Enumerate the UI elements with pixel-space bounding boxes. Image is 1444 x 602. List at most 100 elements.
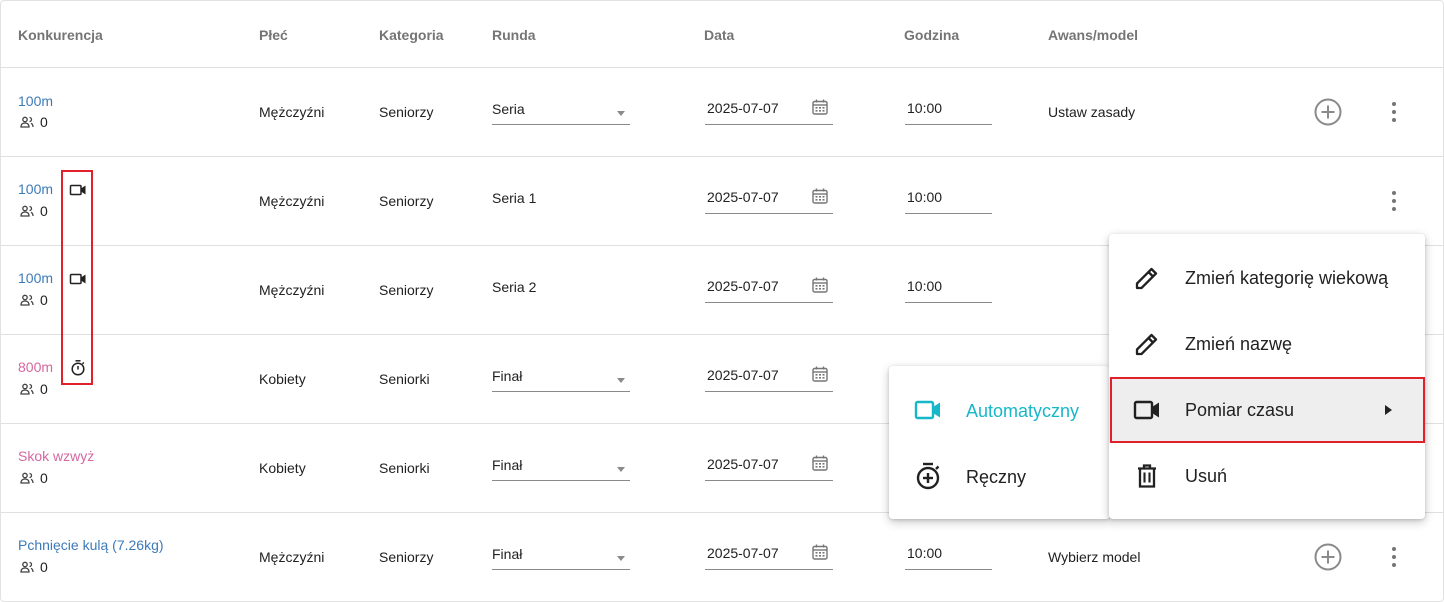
participant-count-value: 0 <box>40 470 48 486</box>
participant-count-value: 0 <box>40 114 48 130</box>
advancement-model-link[interactable]: Wybierz model <box>1048 549 1140 565</box>
people-icon <box>20 383 34 395</box>
dropdown-arrow-icon <box>617 556 625 561</box>
date-input[interactable]: 2025-07-07 <box>705 187 833 214</box>
gender-cell: Mężczyźni <box>259 282 325 298</box>
gender-cell: Kobiety <box>259 460 306 476</box>
time-input[interactable]: 10:00 <box>905 545 992 570</box>
category-cell: Seniorzy <box>379 549 434 565</box>
round-select[interactable]: Finał <box>492 546 630 570</box>
time-value: 10:00 <box>907 100 943 116</box>
more-vert-icon[interactable] <box>1384 186 1404 216</box>
round-select-value: Finał <box>492 368 523 384</box>
submenu-item-label: Ręczny <box>966 467 1027 487</box>
add-circle-icon[interactable] <box>1313 542 1343 572</box>
people-icon <box>20 472 34 484</box>
menu-item-label: Zmień nazwę <box>1185 333 1293 354</box>
calendar-icon[interactable] <box>811 365 829 383</box>
timing-submenu: Automatyczny Ręczny <box>889 366 1110 519</box>
submenu-item-automatyczny[interactable]: Automatyczny <box>889 377 1110 443</box>
highlight-box <box>1110 377 1425 443</box>
header-awans[interactable]: Awans/model <box>1048 27 1138 43</box>
calendar-icon[interactable] <box>811 187 829 205</box>
menu-item-rename[interactable]: Zmień nazwę <box>1109 311 1425 377</box>
header-data[interactable]: Data <box>704 27 734 43</box>
category-cell: Seniorzy <box>379 193 434 209</box>
calendar-icon[interactable] <box>811 543 829 561</box>
dropdown-arrow-icon <box>617 111 625 116</box>
stopwatch-icon <box>916 462 940 490</box>
category-cell: Seniorzy <box>379 282 434 298</box>
menu-item-change-category[interactable]: Zmień kategorię wiekową <box>1109 245 1425 311</box>
calendar-icon[interactable] <box>811 276 829 294</box>
date-input[interactable]: 2025-07-07 <box>705 365 833 392</box>
header-godzina[interactable]: Godzina <box>904 27 959 43</box>
participant-count-value: 0 <box>40 559 48 575</box>
submenu-item-reczny[interactable]: Ręczny <box>889 443 1110 509</box>
add-circle-icon[interactable] <box>1313 97 1343 127</box>
round-select[interactable]: Finał <box>492 457 630 481</box>
advancement-rules-link[interactable]: Ustaw zasady <box>1048 104 1135 120</box>
menu-item-label: Zmień kategorię wiekową <box>1185 267 1389 288</box>
time-input[interactable]: 10:00 <box>905 100 992 125</box>
participant-count: 0 <box>20 292 48 308</box>
round-select-value: Seria <box>492 101 525 117</box>
event-name-link[interactable]: 100m <box>18 270 53 286</box>
gender-cell: Kobiety <box>259 371 306 387</box>
round-select[interactable]: Finał <box>492 368 630 392</box>
header-kategoria[interactable]: Kategoria <box>379 27 444 43</box>
people-icon <box>20 205 34 217</box>
participant-count: 0 <box>20 381 48 397</box>
people-icon <box>20 294 34 306</box>
trash-icon <box>1138 464 1156 488</box>
time-value: 10:00 <box>907 189 943 205</box>
event-name-link[interactable]: Pchnięcie kulą (7.26kg) <box>18 537 164 553</box>
people-icon <box>20 116 34 128</box>
submenu-item-label: Automatyczny <box>966 401 1080 421</box>
header-runda[interactable]: Runda <box>492 27 536 43</box>
date-value: 2025-07-07 <box>707 367 779 383</box>
category-cell: Seniorki <box>379 460 430 476</box>
participant-count: 0 <box>20 203 48 219</box>
date-value: 2025-07-07 <box>707 100 779 116</box>
event-name-link[interactable]: 100m <box>18 181 53 197</box>
table-header: Konkurencja Płeć Kategoria Runda Data Go… <box>1 1 1443 68</box>
round-select[interactable]: Seria <box>492 101 630 125</box>
participant-count-value: 0 <box>40 292 48 308</box>
round-select-value: Finał <box>492 546 523 562</box>
dropdown-arrow-icon <box>617 467 625 472</box>
date-input[interactable]: 2025-07-07 <box>705 276 833 303</box>
menu-item-delete[interactable]: Usuń <box>1109 443 1425 509</box>
event-name-link[interactable]: 100m <box>18 93 53 109</box>
round-name: Seria 2 <box>492 279 537 295</box>
table-row: Pchnięcie kulą (7.26kg) 0 Mężczyźni Seni… <box>1 513 1443 602</box>
menu-item-label: Usuń <box>1185 465 1228 486</box>
time-input[interactable]: 10:00 <box>905 189 992 214</box>
date-input[interactable]: 2025-07-07 <box>705 454 833 481</box>
time-value: 10:00 <box>907 278 943 294</box>
gender-cell: Mężczyźni <box>259 104 325 120</box>
gender-cell: Mężczyźni <box>259 193 325 209</box>
participant-count-value: 0 <box>40 381 48 397</box>
date-value: 2025-07-07 <box>707 189 779 205</box>
participant-count: 0 <box>20 114 48 130</box>
more-vert-icon[interactable] <box>1384 542 1404 572</box>
participant-count-value: 0 <box>40 203 48 219</box>
header-plec[interactable]: Płeć <box>259 27 288 43</box>
table-row: 100m 0 Mężczyźni Seniorzy Seria 1 2025-0… <box>1 157 1443 246</box>
header-konkurencja[interactable]: Konkurencja <box>18 27 103 43</box>
calendar-icon[interactable] <box>811 98 829 116</box>
event-name-link[interactable]: Skok wzwyż <box>18 448 94 464</box>
date-input[interactable]: 2025-07-07 <box>705 98 833 125</box>
date-input[interactable]: 2025-07-07 <box>705 543 833 570</box>
calendar-icon[interactable] <box>811 454 829 472</box>
event-name-link[interactable]: 800m <box>18 359 53 375</box>
round-name: Seria 1 <box>492 190 537 206</box>
more-vert-icon[interactable] <box>1384 97 1404 127</box>
time-input[interactable]: 10:00 <box>905 278 992 303</box>
date-value: 2025-07-07 <box>707 456 779 472</box>
time-value: 10:00 <box>907 545 943 561</box>
date-value: 2025-07-07 <box>707 278 779 294</box>
pencil-icon <box>1135 333 1158 356</box>
video-camera-icon <box>914 400 940 420</box>
